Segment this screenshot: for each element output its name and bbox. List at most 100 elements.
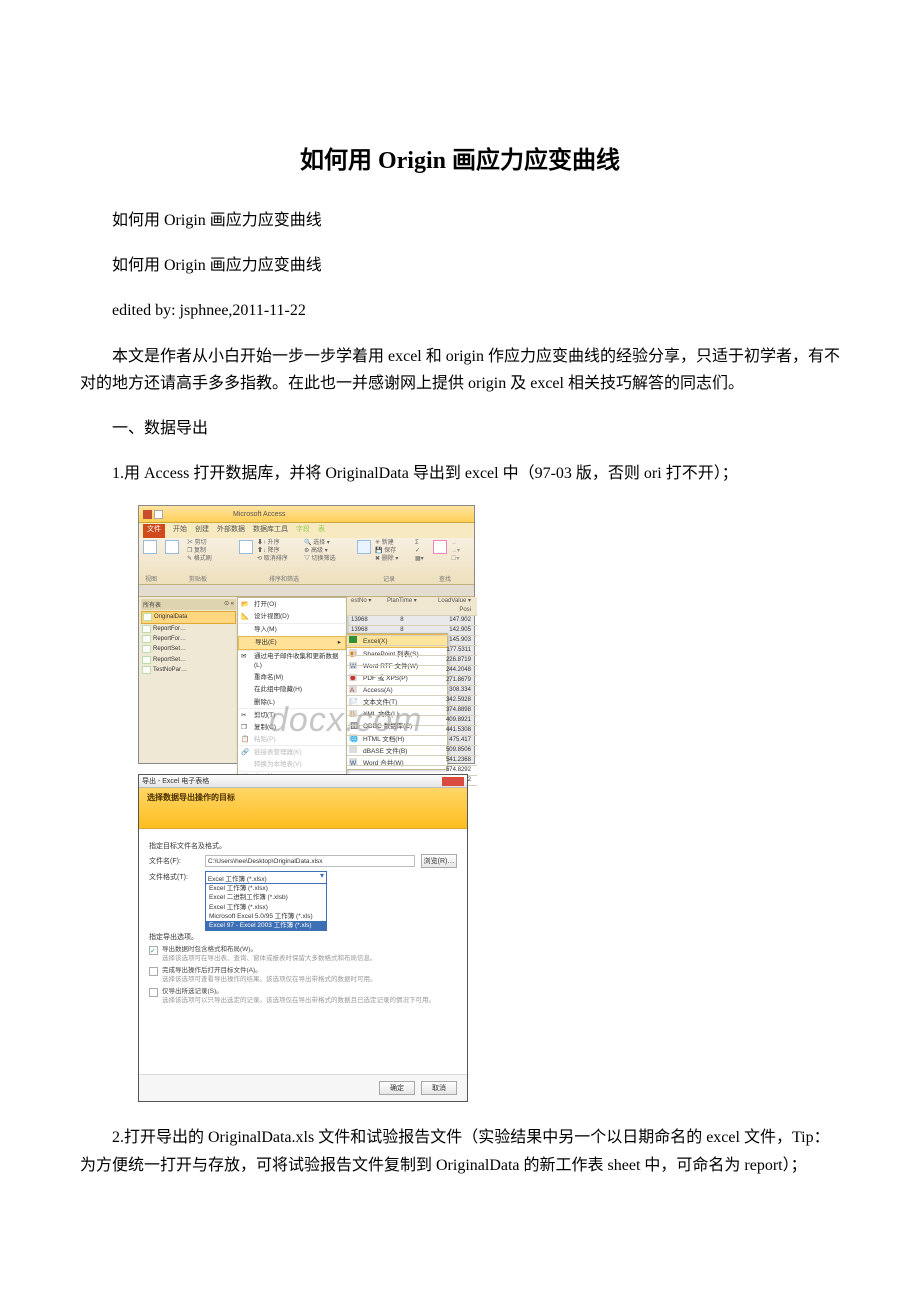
tab-file[interactable]: 文件 (143, 524, 165, 538)
paragraph: 1.用 Access 打开数据库，并将 OriginalData 导出到 exc… (80, 460, 840, 487)
section-heading: 一、数据导出 (80, 415, 840, 442)
totals[interactable]: Σ (415, 540, 424, 548)
checkbox-selected[interactable]: 仅导出所选记录(S)。选择该选项可以只导出选定的记录。该选项仅在导出带格式的数据… (149, 987, 457, 1005)
group-clipboard: 剪贴板 (189, 574, 207, 583)
format-dropdown: Excel 工作簿 (*.xlsx) Excel 二进制工作簿 (*.xlsb)… (205, 884, 327, 930)
group-find: 查找 (439, 574, 451, 583)
table-row: 271.8679 (347, 676, 477, 686)
menu-delete[interactable]: 删除(L) (238, 696, 346, 708)
paragraph: 如何用 Origin 画应力应变曲线 (80, 252, 840, 279)
ok-button[interactable]: 确定 (379, 1081, 415, 1095)
format-option[interactable]: Excel 工作簿 (*.xlsx) (206, 903, 326, 912)
menu-cut[interactable]: ✂剪切(T) (238, 708, 346, 721)
tab-table[interactable]: 表 (318, 524, 325, 538)
new[interactable]: ✳ 新建 (375, 540, 398, 548)
goto[interactable]: →▾ (451, 548, 460, 556)
format-option[interactable]: Excel 工作簿 (*.xlsx) (206, 884, 326, 893)
paste-icon[interactable] (165, 540, 179, 554)
toggle-filter[interactable]: ▽ 切换筛选 (304, 556, 336, 564)
table-row: 475.417 (347, 736, 477, 746)
section-label: 指定导出选项。 (149, 932, 457, 942)
quick-access-icon (154, 510, 163, 519)
access-screenshot: Microsoft Access 文件 开始 创建 外部数据 数据库工具 字段 … (138, 505, 840, 1102)
format-option[interactable]: Microsoft Excel 5.0/95 工作簿 (*.xls) (206, 912, 326, 921)
ascend[interactable]: ⬇↑ 升序 (257, 540, 288, 548)
table-row: 177.5311 (347, 646, 477, 656)
checkbox-open[interactable]: 完成导出操作后打开目标文件(A)。选择该选项可查看导出操作的结果。该选项仅在导出… (149, 966, 457, 984)
select[interactable]: ☐▾ (451, 556, 460, 564)
table-row: 139688142.905 (347, 626, 477, 636)
tab-home[interactable]: 开始 (173, 524, 187, 538)
dialog-footer: 确定 取消 (139, 1074, 467, 1101)
table-row: 509.8506 (347, 746, 477, 756)
menu-design[interactable]: 📐设计视图(D) (238, 610, 346, 622)
table-row: 139688147.902 (347, 616, 477, 626)
copy-label[interactable]: ❐ 复制 (187, 548, 212, 556)
tab-external[interactable]: 外部数据 (217, 524, 245, 538)
browse-button[interactable]: 浏览(R)… (421, 854, 457, 868)
refresh-icon[interactable] (357, 540, 371, 554)
subbar (139, 585, 474, 597)
nav-item[interactable]: TestNoPar… (141, 665, 236, 675)
spell[interactable]: ✓ (415, 548, 424, 556)
advanced[interactable]: ⚙ 高级 ▾ (304, 548, 336, 556)
close-icon[interactable] (442, 777, 464, 786)
filter-icon[interactable] (239, 540, 253, 554)
format-option-selected[interactable]: Excel 97 - Excel 2003 工作簿 (*.xls) (206, 921, 326, 930)
tab-dbtools[interactable]: 数据库工具 (253, 524, 288, 538)
ribbon-tabs: 文件 开始 创建 外部数据 数据库工具 字段 表 (139, 523, 474, 538)
menu-copy[interactable]: ❐复制(C) (238, 721, 346, 733)
format-label: 文件格式(T): (149, 871, 199, 882)
table-row: 244.2048 (347, 666, 477, 676)
table-row: 226.8719 (347, 656, 477, 666)
ribbon: ✂ 升序剪切 ❐ 复制 ✎ 格式刷 ⬇↑ 升序 ⬆↓ 降序 ⟲ 取消排序 🔍 选… (139, 538, 474, 585)
paragraph: 2.打开导出的 OriginalData.xls 文件和试验报告文件（实验结果中… (80, 1124, 840, 1178)
filename-input[interactable]: C:\Users\hee\Desktop\OriginalData.xlsx (205, 855, 415, 867)
menu-open[interactable]: 📂打开(O) (238, 598, 346, 610)
selection[interactable]: 🔍 选择 ▾ (304, 540, 336, 548)
view-icon[interactable] (143, 540, 157, 554)
replace[interactable]: → (451, 540, 460, 548)
menu-rename[interactable]: 重命名(M) (238, 672, 346, 684)
menu-paste[interactable]: 📋粘贴(P) (238, 733, 346, 745)
cancel-button[interactable]: 取消 (421, 1081, 457, 1095)
paragraph: 如何用 Origin 画应力应变曲线 (80, 207, 840, 234)
nav-item[interactable]: ReportSet… (141, 655, 236, 665)
paragraph: edited by: jsphnee,2011-11-22 (80, 297, 840, 324)
nav-header[interactable]: 所有表 ⊙ « (141, 599, 236, 610)
nav-item[interactable]: ReportFor… (141, 634, 236, 644)
menu-export[interactable]: 导出(E)▸ (238, 636, 346, 650)
clear-sort[interactable]: ⟲ 取消排序 (257, 556, 288, 564)
more[interactable]: ▦▾ (415, 556, 424, 564)
tab-fields[interactable]: 字段 (296, 524, 310, 538)
menu-linked[interactable]: 🔗链接表管理器(K) (238, 745, 346, 758)
table-row: 374.8898 (347, 706, 477, 716)
menu-import[interactable]: 导入(M) (238, 623, 346, 636)
nav-item[interactable]: ReportFor… (141, 624, 236, 634)
save[interactable]: 💾 保存 (375, 548, 398, 556)
table-header: estNo ▾ PlanTime ▾ LoadValue ▾ Posi (347, 597, 477, 616)
cut-label[interactable]: ✂ 升序剪切 (187, 540, 212, 548)
tab-create[interactable]: 创建 (195, 524, 209, 538)
section-label: 指定目标文件名及格式。 (149, 841, 457, 851)
checkbox-format[interactable]: 导出数据时包含格式和布局(W)。选择该选项可在导出表、查询、窗体或报表时保留大多… (149, 945, 457, 963)
format-option[interactable]: Excel 二进制工作簿 (*.xlsb) (206, 893, 326, 902)
delete[interactable]: ✖ 删除 ▾ (375, 556, 398, 564)
nav-item[interactable]: ReportSet… (141, 644, 236, 654)
fmt-label[interactable]: ✎ 格式刷 (187, 556, 212, 564)
table-row: 541.2368 (347, 756, 477, 766)
quick-access-icon (143, 510, 152, 519)
menu-convert[interactable]: 转换为本地表(V) (238, 759, 346, 771)
product-name: Microsoft Access (233, 511, 286, 518)
format-combo[interactable]: Excel 工作簿 (*.xlsx) (205, 871, 327, 884)
nav-item-originaldata[interactable]: OriginalData (141, 611, 236, 623)
checkbox-icon (149, 967, 158, 976)
find-icon[interactable] (433, 540, 447, 554)
menu-mail[interactable]: ✉通过电子邮件收集和更新数据(L) (238, 650, 346, 672)
group-view: 视图 (145, 574, 157, 583)
menu-hide[interactable]: 在此组中隐藏(H) (238, 684, 346, 696)
descend[interactable]: ⬆↓ 降序 (257, 548, 288, 556)
table-row: 441.5308 (347, 726, 477, 736)
dialog-title-bar: 导出 - Excel 电子表格 (139, 775, 467, 788)
table-row: 342.5928 (347, 696, 477, 706)
